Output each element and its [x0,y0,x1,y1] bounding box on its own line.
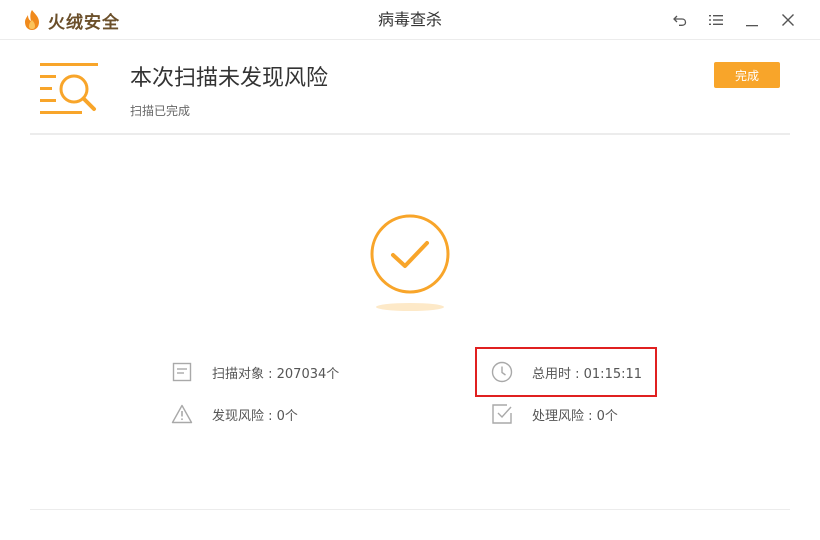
list-menu-icon [709,15,723,25]
close-icon [782,14,794,26]
result-subtitle: 扫描已完成 [130,104,191,118]
done-button[interactable]: 完成 [714,62,780,88]
minimize-icon [746,25,758,27]
minimize-button[interactable] [734,8,770,32]
back-button[interactable] [662,8,698,32]
stat-risks-handled: 处理风险 : 0个 [490,400,618,428]
scan-list-icon [40,63,98,114]
flame-logo-icon [25,10,39,30]
footer-divider [30,509,790,510]
stat-scan-objects: 扫描对象 : 207034个 [170,358,339,386]
stat-risks-found: 发现风险 : 0个 [170,400,298,428]
total-time-highlight [475,347,657,397]
close-button[interactable] [770,8,806,32]
success-status [368,212,452,312]
result-title: 本次扫描未发现风险 [130,66,329,91]
brand-name: 火绒安全 [48,12,120,33]
brand-logo: 火绒安全 [22,8,120,33]
warning-icon [171,404,193,424]
undo-arrow-icon [673,15,687,26]
stat-risks-handled-label: 处理风险 : 0个 [532,408,618,424]
scan-result-header: 本次扫描未发现风险 扫描已完成 完成 [30,40,790,135]
stat-risks-found-label: 发现风险 : 0个 [212,408,298,424]
menu-button[interactable] [698,8,734,32]
window-controls [662,8,806,32]
document-icon [172,362,192,382]
stat-scan-objects-label: 扫描对象 : 207034个 [212,366,340,382]
title-bar: 火绒安全 病毒查杀 [0,0,820,40]
checkbox-icon [492,404,512,424]
check-circle-icon [370,214,450,311]
